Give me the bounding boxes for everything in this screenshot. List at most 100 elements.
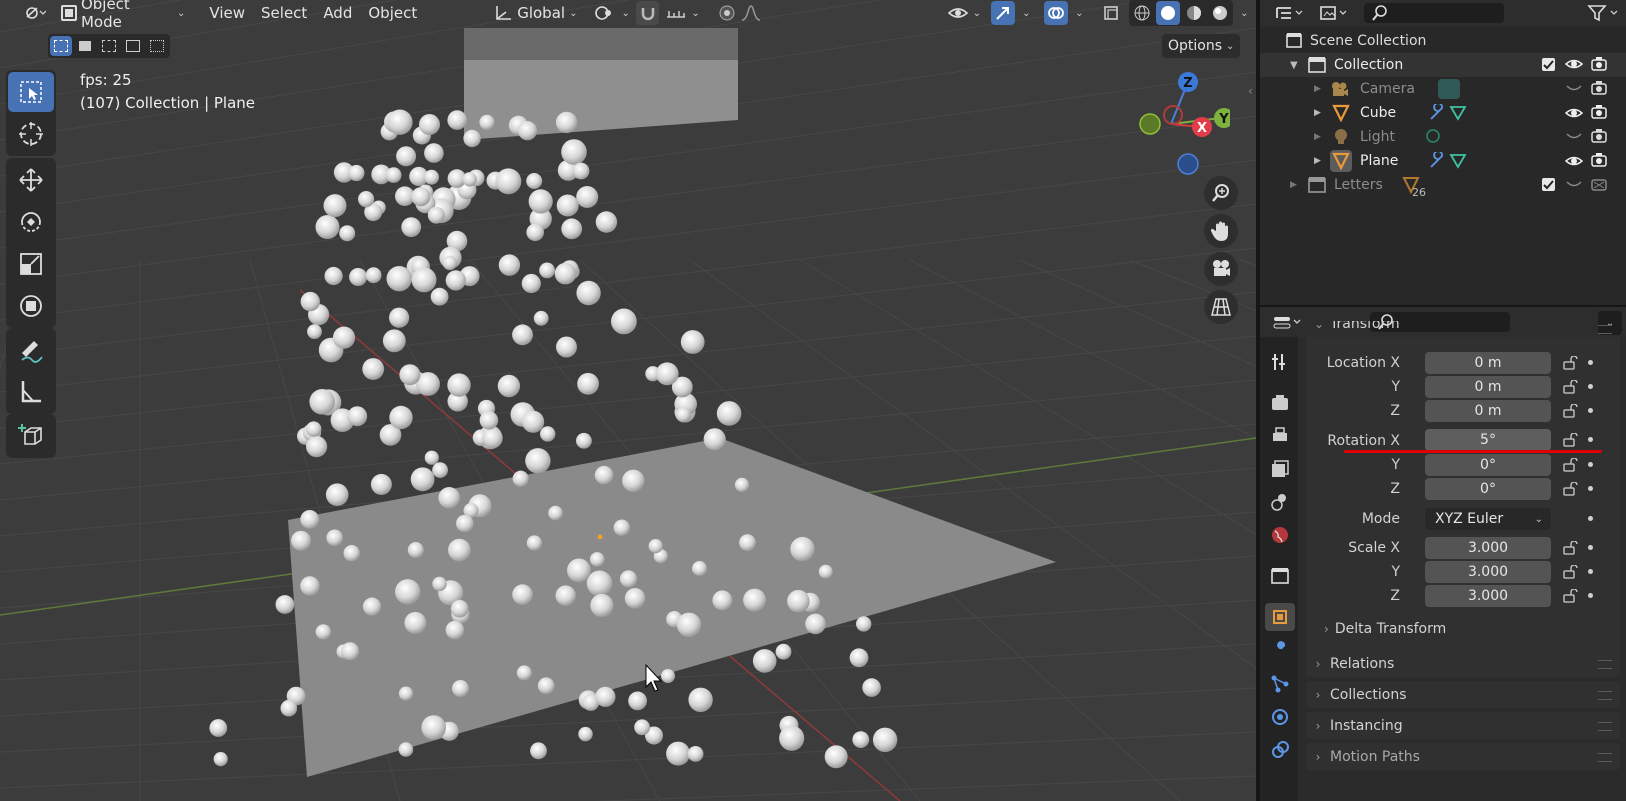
render-camera-icon[interactable] <box>1591 105 1607 119</box>
outliner-row-plane[interactable]: ▶ Plane <box>1260 149 1626 173</box>
lock-icon[interactable] <box>1563 481 1579 496</box>
gizmo-dropdown[interactable]: ⌄ <box>1015 1 1038 25</box>
panel-collections[interactable]: › Collections <box>1306 681 1620 708</box>
panel-instancing[interactable]: › Instancing <box>1306 712 1620 739</box>
select-extend-button[interactable] <box>74 36 96 56</box>
outliner-row-light[interactable]: ▶ Light <box>1260 125 1626 149</box>
keyframe-dot-icon[interactable] <box>1588 408 1593 413</box>
drag-grip-icon[interactable] <box>1598 691 1612 700</box>
outliner-search-input[interactable] <box>1364 3 1504 23</box>
filter-dropdown[interactable] <box>1584 1 1624 25</box>
select-subtract-button[interactable] <box>98 36 120 56</box>
keyframe-dot-icon[interactable] <box>1588 462 1593 467</box>
menu-view[interactable]: View <box>201 1 253 25</box>
pan-button[interactable] <box>1204 214 1238 248</box>
visibility-dropdown[interactable]: ⌄ <box>941 1 987 25</box>
tab-scene[interactable] <box>1269 491 1291 513</box>
proportional-edit-toggle[interactable] <box>716 1 739 25</box>
drag-grip-icon[interactable] <box>1598 325 1612 334</box>
perspective-toggle-button[interactable] <box>1204 290 1238 324</box>
tab-render[interactable] <box>1269 392 1291 414</box>
3d-viewport[interactable]: Object Mode ⌄ View Select Add Object Glo… <box>0 0 1256 801</box>
keyframe-dot-icon[interactable] <box>1588 384 1593 389</box>
render-disabled-icon[interactable] <box>1591 177 1607 191</box>
add-cube-tool[interactable] <box>8 416 54 456</box>
outliner-row-collection[interactable]: ▼ Collection <box>1260 53 1626 77</box>
lock-icon[interactable] <box>1563 564 1579 579</box>
mesh-data-icon[interactable] <box>1448 152 1468 170</box>
location-y-field[interactable]: 0 m <box>1425 376 1551 398</box>
lock-icon[interactable] <box>1563 540 1579 555</box>
keyframe-dot-icon[interactable] <box>1588 569 1593 574</box>
wrench-icon[interactable] <box>1428 152 1446 170</box>
lock-icon[interactable] <box>1563 432 1579 447</box>
lock-icon[interactable] <box>1563 355 1579 370</box>
sidebar-toggle-icon[interactable]: ‹ <box>1248 84 1253 98</box>
rotation-z-field[interactable]: 0° <box>1425 478 1551 500</box>
eye-icon[interactable] <box>1565 106 1583 120</box>
render-camera-icon[interactable] <box>1591 153 1607 167</box>
outliner-row-camera[interactable]: ▶ Camera <box>1260 77 1626 101</box>
delta-transform-subpanel[interactable]: › Delta Transform <box>1324 621 1446 637</box>
tab-modifiers[interactable] <box>1269 640 1291 662</box>
wrench-icon[interactable] <box>1428 104 1446 122</box>
tab-output[interactable] <box>1269 425 1291 447</box>
gizmo-neg-z[interactable] <box>1177 153 1199 175</box>
editor-type-button[interactable] <box>18 1 51 25</box>
tab-particles[interactable] <box>1269 673 1291 695</box>
tab-tool[interactable] <box>1269 351 1291 373</box>
tab-physics[interactable] <box>1269 706 1291 728</box>
lock-icon[interactable] <box>1563 379 1579 394</box>
render-camera-icon[interactable] <box>1591 129 1607 143</box>
lock-icon[interactable] <box>1563 403 1579 418</box>
gizmo-neg-y[interactable] <box>1139 113 1161 135</box>
select-invert-button[interactable] <box>122 36 144 56</box>
keyframe-dot-icon[interactable] <box>1588 437 1593 442</box>
expand-arrow-icon[interactable]: ▶ <box>1314 156 1321 166</box>
shading-material-button[interactable] <box>1182 1 1206 25</box>
snap-toggle[interactable] <box>635 1 660 25</box>
menu-object[interactable]: Object <box>360 1 425 25</box>
expand-arrow-icon[interactable]: ▼ <box>1290 60 1298 71</box>
properties-editor-type[interactable] <box>1268 310 1308 334</box>
transform-tool[interactable] <box>8 286 54 326</box>
rotation-mode-dropdown[interactable]: XYZ Euler ⌄ <box>1425 508 1551 530</box>
expand-arrow-icon[interactable]: ▶ <box>1290 180 1297 190</box>
falloff-dropdown[interactable] <box>739 1 762 25</box>
mesh-data-icon[interactable] <box>1448 104 1468 122</box>
snap-target-dropdown[interactable]: ⌄ <box>659 1 705 25</box>
outliner-editor-type[interactable] <box>1270 1 1310 25</box>
shading-solid-button[interactable] <box>1155 1 1180 25</box>
shading-wireframe-button[interactable] <box>1130 1 1154 25</box>
outliner-row-letters[interactable]: ▶ Letters 26 <box>1260 173 1626 199</box>
keyframe-dot-icon[interactable] <box>1588 360 1593 365</box>
eye-closed-icon[interactable] <box>1566 179 1582 189</box>
lock-icon[interactable] <box>1563 457 1579 472</box>
drag-grip-icon[interactable] <box>1598 660 1612 669</box>
eye-closed-icon[interactable] <box>1566 83 1582 93</box>
menu-select[interactable]: Select <box>253 1 315 25</box>
camera-view-button[interactable] <box>1204 252 1238 286</box>
select-box-tool[interactable] <box>8 72 54 112</box>
transform-panel-header[interactable]: ⌄ Transform <box>1306 321 1620 337</box>
panel-motion-paths[interactable]: › Motion Paths <box>1306 743 1620 770</box>
expand-arrow-icon[interactable]: ▶ <box>1314 84 1321 94</box>
eye-icon[interactable] <box>1565 154 1583 168</box>
rotation-x-field[interactable]: 5° <box>1425 429 1551 451</box>
overlays-toggle[interactable] <box>1044 1 1068 25</box>
gizmo-toggle[interactable] <box>991 1 1015 25</box>
keyframe-dot-icon[interactable] <box>1588 486 1593 491</box>
options-dropdown[interactable]: Options ⌄ <box>1162 34 1241 58</box>
keyframe-dot-icon[interactable] <box>1588 593 1593 598</box>
scale-x-field[interactable]: 3.000 <box>1425 537 1551 559</box>
annotate-tool[interactable] <box>8 330 54 370</box>
select-intersect-button[interactable] <box>146 36 168 56</box>
keyframe-dot-icon[interactable] <box>1588 516 1593 521</box>
menu-add[interactable]: Add <box>315 1 360 25</box>
tab-world[interactable] <box>1269 524 1291 546</box>
lock-icon[interactable] <box>1563 588 1579 603</box>
outliner-row-scene-collection[interactable]: Scene Collection <box>1260 29 1626 53</box>
select-new-button[interactable] <box>50 36 72 56</box>
shading-dropdown[interactable]: ⌄ <box>1233 1 1256 25</box>
location-z-field[interactable]: 0 m <box>1425 400 1551 422</box>
